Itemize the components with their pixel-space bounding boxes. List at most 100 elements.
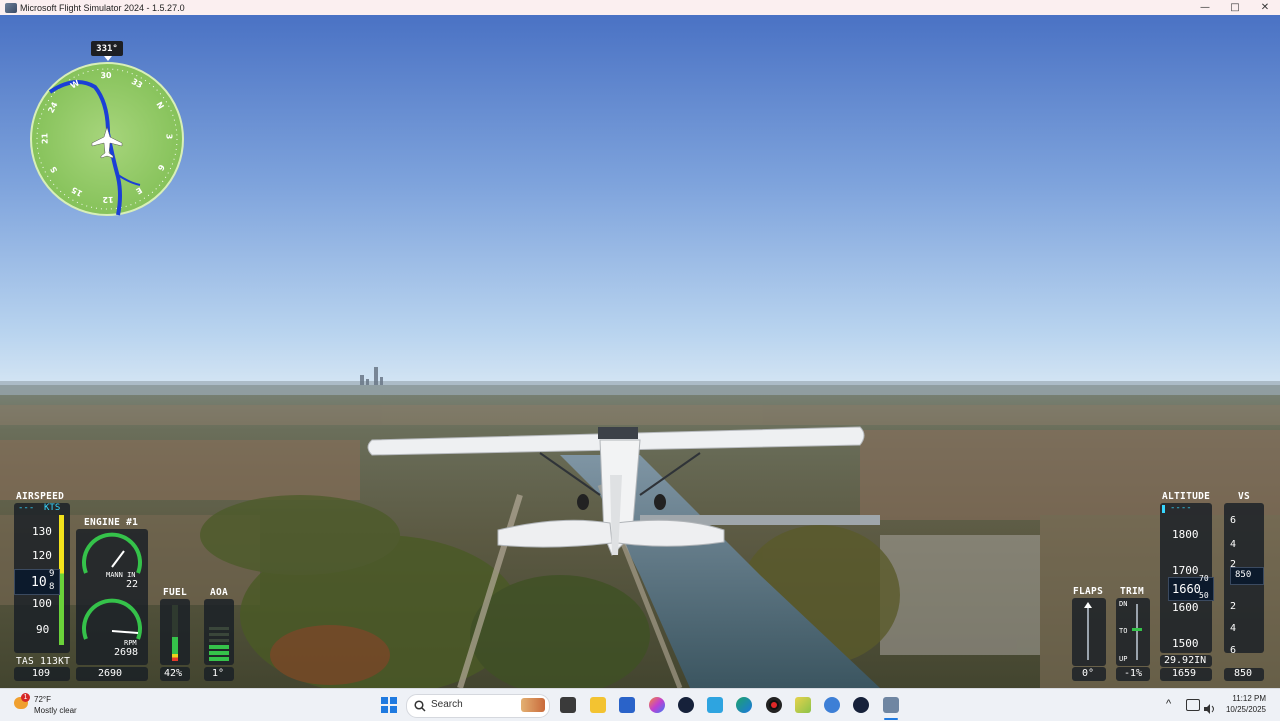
baro-box[interactable]: 29.92IN xyxy=(1160,655,1212,667)
airspeed-roller-lower: 8 xyxy=(49,582,55,592)
steam-icon-2[interactable] xyxy=(853,697,869,713)
windows-logo-icon xyxy=(381,697,397,713)
engine-gauges xyxy=(82,532,142,640)
vs-tick: 2 xyxy=(1230,601,1237,612)
task-view-icon[interactable] xyxy=(560,697,576,713)
compass-label: 21 xyxy=(40,132,50,145)
engine-bottom-box: 2690 xyxy=(76,667,148,681)
engine-label: ENGINE #1 xyxy=(84,517,139,528)
altitude-selected: ---- xyxy=(1170,503,1192,513)
search-icon xyxy=(414,700,426,712)
weather-temp[interactable]: 72°F xyxy=(34,695,51,704)
vs-tick: 4 xyxy=(1230,623,1237,634)
start-button[interactable] xyxy=(381,697,397,713)
heading-readout: 331° xyxy=(91,41,123,56)
vs-label: VS xyxy=(1238,491,1251,502)
aoa-bottom-box: 1° xyxy=(204,667,234,681)
airspeed-current-value: 10 xyxy=(31,575,47,590)
app-icon xyxy=(5,2,17,13)
network-app-icon[interactable] xyxy=(824,697,840,713)
vs-tape: 6 4 2 2 4 6 850 xyxy=(1224,503,1264,656)
store-icon[interactable] xyxy=(619,697,635,713)
flaps-indicator-icon xyxy=(1084,602,1092,608)
trim-bottom-box: -1% xyxy=(1116,667,1150,681)
vs-current-value: 850 xyxy=(1235,570,1252,580)
airspeed-tick: 100 xyxy=(32,597,52,610)
vs-tick: 4 xyxy=(1230,539,1237,550)
aoa-gauge xyxy=(204,599,234,665)
vs-tick: 6 xyxy=(1230,515,1237,526)
tas-label: TAS 113KT xyxy=(16,656,71,667)
engine-panel: MANN IN 22 RPM 2698 xyxy=(76,529,148,665)
altitude-current-box: 1660 70 50 xyxy=(1168,574,1214,601)
aoa-label: AOA xyxy=(210,587,229,598)
trim-label: TRIM xyxy=(1120,586,1145,597)
volume-icon[interactable] xyxy=(1204,699,1214,714)
taskbar-search[interactable]: Search xyxy=(406,694,550,718)
pen-app-icon[interactable] xyxy=(795,697,811,713)
tray-chevron-icon[interactable]: ^ xyxy=(1166,698,1171,710)
close-button[interactable]: ✕ xyxy=(1250,0,1280,15)
altitude-current-value: 1660 xyxy=(1172,582,1201,596)
weather-badge: 1 xyxy=(21,693,30,702)
minimap xyxy=(30,62,184,216)
trim-gauge: DN TO UP xyxy=(1116,598,1150,666)
altitude-bottom-value: 1659 xyxy=(1172,668,1197,679)
heading-pointer-icon xyxy=(104,56,112,61)
copilot-icon[interactable] xyxy=(649,697,665,713)
altitude-roller-upper: 70 xyxy=(1199,574,1209,583)
airspeed-bottom-value: 109 xyxy=(32,668,51,679)
trim-to: TO xyxy=(1119,627,1128,635)
flaps-value: 0° xyxy=(1082,668,1095,679)
vs-current-box: 850 xyxy=(1230,567,1264,585)
clock-date[interactable]: 10/25/2025 xyxy=(1218,705,1266,714)
fuel-percent: 42% xyxy=(164,668,183,679)
flight-simulator-icon[interactable] xyxy=(883,697,899,713)
fuel-bar-fill xyxy=(172,637,178,661)
altitude-roller-lower: 50 xyxy=(1199,591,1209,600)
edge-icon[interactable] xyxy=(736,697,752,713)
steam-icon[interactable] xyxy=(678,697,694,713)
airspeed-unit: KTS xyxy=(44,503,61,513)
clock-time[interactable]: 11:12 PM xyxy=(1218,694,1266,703)
flight-view[interactable]: 331° 33 N 3 6 E 12 15 S 21 24 W 30 AIRSPEED --- KTS… xyxy=(0,15,1280,688)
record-icon[interactable] xyxy=(766,697,782,713)
airspeed-roller-upper: 9 xyxy=(49,569,55,579)
fuel-bottom-box: 42% xyxy=(160,667,190,681)
compass-label: 12 xyxy=(102,194,114,205)
minimize-button[interactable]: — xyxy=(1190,0,1220,15)
vs-bottom-box: 850 xyxy=(1224,668,1264,681)
compass-label: 30 xyxy=(100,70,112,81)
altitude-bottom-box: 1659 xyxy=(1160,668,1212,681)
flight-app-icon[interactable] xyxy=(707,697,723,713)
network-icon[interactable] xyxy=(1186,699,1200,711)
vs-bottom-value: 850 xyxy=(1234,668,1253,679)
airspeed-tick: 90 xyxy=(36,623,50,636)
rpm-label: RPM xyxy=(124,639,137,647)
trim-value: -1% xyxy=(1124,668,1143,679)
airspeed-label: AIRSPEED xyxy=(16,491,65,502)
weather-desc[interactable]: Mostly clear xyxy=(34,706,77,715)
fuel-gauge xyxy=(160,599,190,665)
flaps-label: FLAPS xyxy=(1073,586,1104,597)
airspeed-unit-prefix: --- xyxy=(18,503,35,513)
flaps-gauge xyxy=(1072,598,1106,666)
search-placeholder: Search xyxy=(431,699,463,710)
file-explorer-icon[interactable] xyxy=(590,697,606,713)
search-highlight-icon xyxy=(521,698,545,712)
altitude-label: ALTITUDE xyxy=(1162,491,1211,502)
aoa-value: 1° xyxy=(212,668,225,679)
altitude-tape: ---- 1800 1700 1600 1500 1660 70 50 xyxy=(1160,503,1214,653)
maximize-button[interactable]: □ xyxy=(1220,0,1250,15)
altitude-tick: 1600 xyxy=(1172,601,1199,614)
airspeed-tape: --- KTS 130 120 100 90 10 9 8 xyxy=(14,503,70,653)
taskbar: 1 72°F Mostly clear Search ^ 11:12 PM 10… xyxy=(0,688,1280,721)
compass-label: 3 xyxy=(164,133,174,140)
flaps-bottom-box: 0° xyxy=(1072,667,1106,681)
altitude-tick: 1700 xyxy=(1172,564,1199,577)
trim-indicator xyxy=(1132,628,1142,631)
airspeed-bottom-box: 109 xyxy=(14,667,70,681)
rpm-value: 2698 xyxy=(114,647,139,658)
window-titlebar[interactable]: Microsoft Flight Simulator 2024 - 1.5.27… xyxy=(0,0,1280,15)
altitude-tick: 1800 xyxy=(1172,528,1199,541)
